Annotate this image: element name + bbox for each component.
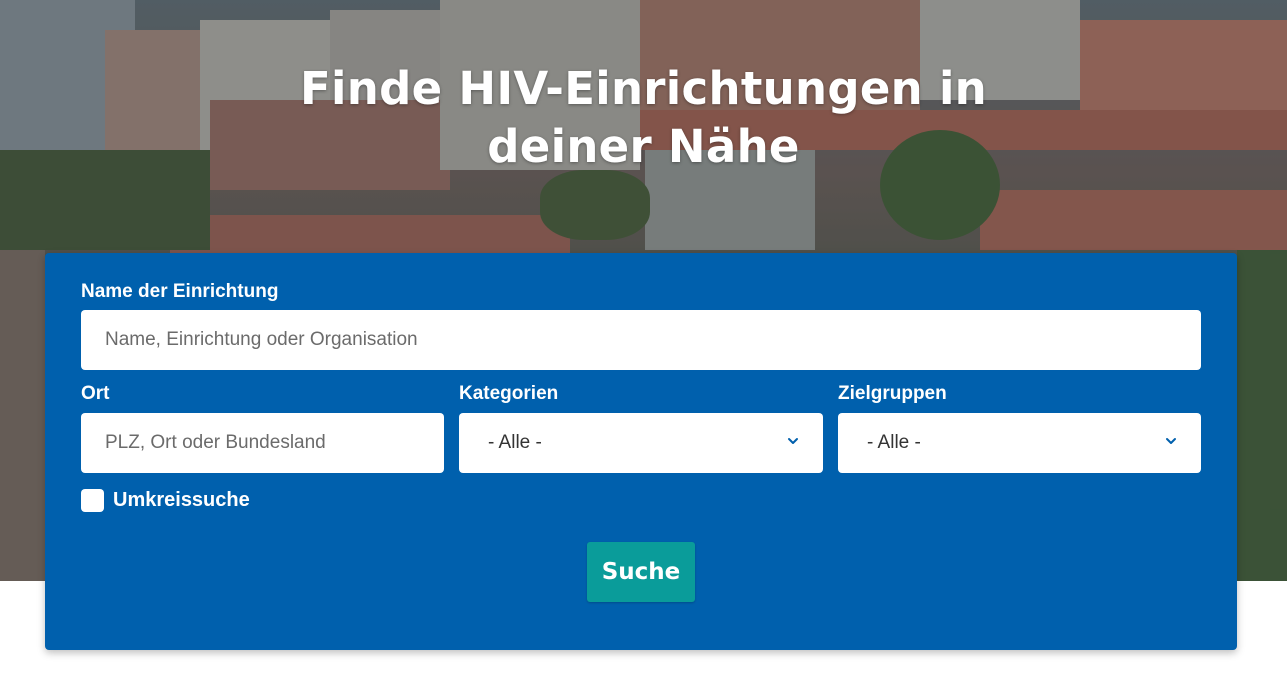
page-title-line-2: deiner Nähe <box>487 120 800 173</box>
name-label: Name der Einrichtung <box>81 281 279 302</box>
kategorien-selected-value: - Alle - <box>488 432 542 453</box>
zielgruppen-select[interactable]: - Alle - <box>838 413 1201 473</box>
ort-search-input[interactable] <box>81 413 444 473</box>
kategorien-select[interactable]: - Alle - <box>459 413 823 473</box>
zielgruppen-selected-value: - Alle - <box>867 432 921 453</box>
chevron-down-icon <box>788 438 798 444</box>
zielgruppen-label: Zielgruppen <box>838 383 947 404</box>
chevron-down-icon <box>1166 438 1176 444</box>
ort-label: Ort <box>81 383 110 404</box>
kategorien-label: Kategorien <box>459 383 559 404</box>
umkreissuche-checkbox[interactable] <box>81 489 104 512</box>
page-title: Finde HIV-Einrichtungen in deiner Nähe <box>0 60 1287 176</box>
umkreissuche-label: Umkreissuche <box>113 489 250 511</box>
page-title-line-1: Finde HIV-Einrichtungen in <box>299 62 988 115</box>
search-button[interactable]: Suche <box>587 542 695 602</box>
search-form-card: Name der Einrichtung Ort Kategorien - Al… <box>45 253 1237 650</box>
name-search-input[interactable] <box>81 310 1201 370</box>
umkreissuche-option[interactable]: Umkreissuche <box>81 489 250 512</box>
